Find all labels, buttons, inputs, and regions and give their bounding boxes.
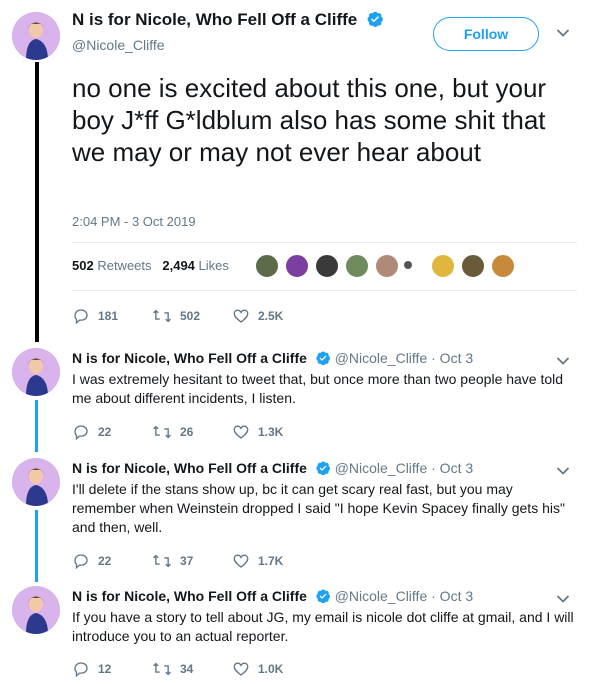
heart-icon [233, 554, 249, 568]
reply-count: 22 [98, 554, 112, 568]
reply-count: 22 [98, 425, 112, 439]
liker-avatar[interactable] [375, 254, 399, 278]
like-count: 1.3K [258, 425, 284, 439]
author-handle[interactable]: @Nicole_Cliffe [72, 37, 165, 53]
reply-button[interactable]: 22 [72, 552, 152, 570]
reply-header: N is for Nicole, Who Fell Off a Cliffe @… [72, 460, 473, 476]
retweet-count: 502 [180, 309, 201, 323]
heart-icon [233, 662, 249, 676]
reply-icon [74, 425, 88, 441]
thread-line-reply-2 [35, 510, 38, 582]
reply-header: N is for Nicole, Who Fell Off a Cliffe @… [72, 588, 473, 604]
reply-count: 12 [98, 662, 112, 676]
retweet-button[interactable]: 502 [152, 307, 232, 325]
retweet-count: 26 [180, 425, 194, 439]
heart-icon [233, 425, 249, 439]
reply-actions: 22 37 1.7K [72, 549, 312, 573]
author-name[interactable]: N is for Nicole, Who Fell Off a Cliffe [72, 10, 384, 30]
like-button[interactable]: 2.5K [232, 307, 312, 325]
liker-avatar[interactable] [431, 254, 455, 278]
reply-button[interactable]: 12 [72, 660, 152, 678]
retweets-count: 502 [72, 258, 94, 273]
reply-icon [74, 309, 88, 325]
tweet-stats: 502 Retweets 2,494 Likes [72, 258, 229, 273]
thread-line-main [35, 62, 39, 342]
reply-handle-time[interactable]: @Nicole_Cliffe · Oct 3 [335, 350, 473, 366]
reply-count: 181 [98, 309, 119, 323]
liker-avatar[interactable] [345, 254, 369, 278]
like-count: 1.0K [258, 662, 284, 676]
liker-avatar[interactable] [255, 254, 279, 278]
chevron-down-icon[interactable] [556, 594, 570, 604]
heart-icon [233, 309, 249, 323]
retweet-count: 34 [180, 662, 194, 676]
retweet-icon [153, 554, 171, 568]
retweet-button[interactable]: 34 [152, 660, 232, 678]
chevron-down-icon[interactable] [556, 28, 570, 38]
avatar[interactable] [12, 348, 60, 396]
likes-label: Likes [198, 258, 229, 273]
tweet-text: no one is excited about this one, but yo… [72, 73, 547, 167]
retweet-button[interactable]: 26 [152, 423, 232, 441]
reply-actions: 12 34 1.0K [72, 657, 312, 681]
verified-badge-icon [316, 461, 330, 476]
reply-button[interactable]: 22 [72, 423, 152, 441]
like-button[interactable]: 1.3K [232, 423, 312, 441]
author-name-text[interactable]: N is for Nicole, Who Fell Off a Cliffe [72, 10, 357, 29]
like-button[interactable]: 1.7K [232, 552, 312, 570]
retweet-icon [153, 309, 171, 323]
liker-avatar[interactable] [285, 254, 309, 278]
reply-author-name[interactable]: N is for Nicole, Who Fell Off a Cliffe [72, 350, 307, 366]
verified-badge-icon [367, 11, 383, 28]
divider [72, 242, 577, 243]
avatar[interactable] [12, 12, 60, 60]
chevron-down-icon[interactable] [556, 356, 570, 366]
divider [72, 290, 577, 291]
reply-header: N is for Nicole, Who Fell Off a Cliffe @… [72, 350, 473, 366]
reply-handle-time[interactable]: @Nicole_Cliffe · Oct 3 [335, 460, 473, 476]
like-button[interactable]: 1.0K [232, 660, 312, 678]
liker-avatar[interactable] [315, 254, 339, 278]
reply-button[interactable]: 181 [72, 307, 152, 325]
reply-icon [74, 554, 88, 570]
verified-badge-icon [316, 351, 330, 366]
like-count: 2.5K [258, 309, 284, 323]
reply-actions: 22 26 1.3K [72, 420, 312, 444]
reply-icon [74, 662, 88, 678]
follow-button[interactable]: Follow [433, 17, 539, 51]
likes-stat[interactable]: 2,494 Likes [162, 258, 229, 273]
retweets-stat[interactable]: 502 Retweets [72, 258, 152, 273]
retweet-icon [153, 425, 171, 439]
retweets-label: Retweets [97, 258, 152, 273]
reply-text: I was extremely hesitant to tweet that, … [72, 371, 564, 406]
reply-text: If you have a story to tell about JG, my… [72, 609, 574, 644]
chevron-down-icon[interactable] [556, 466, 570, 476]
retweet-count: 37 [180, 554, 194, 568]
reply-author-name[interactable]: N is for Nicole, Who Fell Off a Cliffe [72, 588, 307, 604]
reply-handle-time[interactable]: @Nicole_Cliffe · Oct 3 [335, 588, 473, 604]
tweet-timestamp[interactable]: 2:04 PM - 3 Oct 2019 [72, 214, 196, 229]
verified-badge-icon [316, 589, 330, 604]
likes-count: 2,494 [162, 258, 195, 273]
avatar[interactable] [12, 586, 60, 634]
tweet-actions: 181 502 2.5K [72, 304, 312, 328]
avatar[interactable] [12, 458, 60, 506]
liker-avatar[interactable] [491, 254, 515, 278]
reply-author-name[interactable]: N is for Nicole, Who Fell Off a Cliffe [72, 460, 307, 476]
reply-text: I'll delete if the stans show up, bc it … [72, 481, 565, 535]
like-count: 1.7K [258, 554, 284, 568]
thread-line-reply-1 [35, 400, 38, 452]
liker-avatar[interactable] [403, 260, 413, 270]
liker-avatar[interactable] [461, 254, 485, 278]
retweet-button[interactable]: 37 [152, 552, 232, 570]
retweet-icon [153, 662, 171, 676]
